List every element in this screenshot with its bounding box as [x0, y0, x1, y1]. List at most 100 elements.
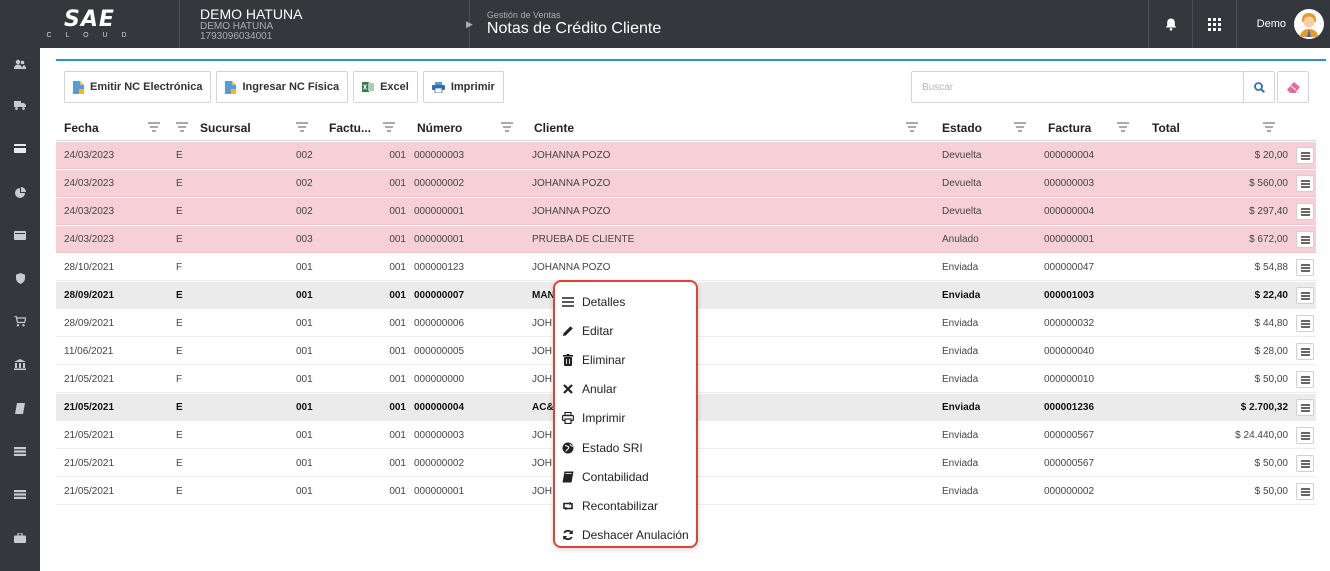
sidebar-item-transport[interactable]: [0, 95, 40, 115]
column-header-factura[interactable]: Factura: [1048, 114, 1091, 141]
cell-numero: 000000000: [414, 374, 465, 385]
cell-sucursal: 001: [296, 430, 313, 441]
sidebar-item-products[interactable]: [0, 484, 40, 504]
column-header-cliente[interactable]: Cliente: [534, 114, 574, 141]
cell-factura: 000001236: [1044, 402, 1095, 413]
table-row[interactable]: 24/03/2023 E 003 001 000000001 PRUEBA DE…: [56, 226, 1316, 253]
row-menu-button[interactable]: [1296, 231, 1314, 248]
cell-cliente: JOHANNA POZO: [532, 262, 611, 273]
menu-item-label: Detalles: [582, 294, 626, 309]
table-row[interactable]: 24/03/2023 E 002 001 000000003 JOHANNA P…: [56, 142, 1316, 169]
cell-sucursal: 001: [296, 346, 313, 357]
row-menu-button[interactable]: [1296, 287, 1314, 304]
row-menu-button[interactable]: [1296, 427, 1314, 444]
row-menu-button[interactable]: [1296, 147, 1314, 164]
menu-item-deshacer-anulación[interactable]: Deshacer Anulación: [555, 521, 696, 550]
cell-punto: 001: [389, 402, 406, 413]
menu-item-imprimir[interactable]: Imprimir: [555, 404, 696, 433]
cart-icon: [14, 315, 26, 326]
cell-tipo: E: [176, 318, 183, 329]
table-row[interactable]: 24/03/2023 E 002 001 000000001 JOHANNA P…: [56, 198, 1316, 225]
filter-icon[interactable]: [501, 121, 513, 133]
cell-factura: 000000047: [1044, 262, 1095, 273]
stack-icon: [14, 489, 26, 499]
breadcrumb: Gestión de Ventas Notas de Crédito Clien…: [487, 10, 1148, 38]
menu-item-estado-sri[interactable]: Estado SRI: [555, 433, 696, 462]
cell-factura: 000000567: [1044, 430, 1095, 441]
cell-estado: Enviada: [942, 374, 979, 385]
enter-nc-physical-button[interactable]: Ingresar NC Física: [216, 71, 349, 103]
company-selector[interactable]: DEMO HATUNA DEMO HATUNA 1793096034001: [180, 0, 470, 48]
sidebar-item-banks[interactable]: [0, 354, 40, 374]
cell-numero: 000000003: [414, 150, 465, 161]
menu-item-recontabilizar[interactable]: Recontabilizar: [555, 491, 696, 520]
row-menu-button[interactable]: [1296, 371, 1314, 388]
user-avatar-icon: [1300, 13, 1318, 37]
cell-numero: 000000002: [414, 458, 465, 469]
menu-item-eliminar[interactable]: Eliminar: [555, 345, 696, 374]
row-menu-button[interactable]: [1296, 399, 1314, 416]
menu-item-editar[interactable]: Editar: [555, 316, 696, 345]
sidebar-item-group[interactable]: [0, 54, 40, 74]
column-header-total[interactable]: Total: [1152, 114, 1180, 141]
menu-item-label: Contabilidad: [582, 469, 649, 484]
filter-icon[interactable]: [176, 121, 188, 133]
sidebar-item-security[interactable]: [0, 268, 40, 288]
sidebar-item-accounting[interactable]: [0, 398, 40, 418]
cell-factura: 000000567: [1044, 458, 1095, 469]
sidebar-item-billing[interactable]: [0, 138, 40, 158]
row-menu-button[interactable]: [1296, 175, 1314, 192]
table-row[interactable]: 28/10/2021 F 001 001 000000123 JOHANNA P…: [56, 254, 1316, 281]
column-header-estado[interactable]: Estado: [942, 114, 982, 141]
apps-button[interactable]: [1192, 0, 1236, 48]
column-header-numero[interactable]: Número: [417, 114, 462, 141]
column-header-factura-short[interactable]: Factu...: [329, 114, 371, 141]
row-menu-button[interactable]: [1296, 343, 1314, 360]
print-icon: [562, 412, 574, 425]
emit-nc-electronic-button[interactable]: Emitir NC Electrónica: [64, 71, 212, 103]
user-menu[interactable]: Demo: [1236, 0, 1330, 48]
filter-icon[interactable]: [383, 121, 395, 133]
sidebar-item-payments[interactable]: [0, 225, 40, 245]
search-input[interactable]: [911, 71, 1244, 103]
sidebar-item-reports[interactable]: [0, 182, 40, 202]
app-logo[interactable]: SAE C L O U D: [0, 0, 180, 48]
filter-icon[interactable]: [148, 121, 160, 133]
print-button[interactable]: Imprimir: [422, 71, 504, 103]
search-button[interactable]: [1243, 71, 1275, 103]
pencil-icon: [563, 326, 573, 336]
filter-icon[interactable]: [1263, 121, 1275, 133]
menu-item-label: Anular: [582, 382, 617, 397]
filter-icon[interactable]: [906, 121, 918, 133]
cell-estado: Devuelta: [942, 178, 982, 189]
cell-estado: Devuelta: [942, 150, 982, 161]
menu-item-contabilidad[interactable]: Contabilidad: [555, 462, 696, 491]
filter-icon[interactable]: [1014, 121, 1026, 133]
trash-icon: [563, 353, 573, 366]
table-row[interactable]: 24/03/2023 E 002 001 000000002 JOHANNA P…: [56, 170, 1316, 197]
row-menu-button[interactable]: [1296, 455, 1314, 472]
sidebar-item-hr[interactable]: [0, 528, 40, 548]
row-menu-button[interactable]: [1296, 315, 1314, 332]
cell-total: $ 22,40: [1254, 290, 1288, 301]
row-menu-button[interactable]: [1296, 259, 1314, 276]
sidebar-item-purchases[interactable]: [0, 311, 40, 331]
column-header-fecha[interactable]: Fecha: [64, 114, 99, 141]
cell-estado: Enviada: [942, 486, 979, 497]
menu-icon: [1300, 179, 1310, 188]
clear-search-button[interactable]: [1277, 71, 1309, 103]
column-header-sucursal[interactable]: Sucursal: [200, 114, 251, 141]
menu-item-anular[interactable]: Anular: [555, 375, 696, 404]
notifications-button[interactable]: [1148, 0, 1192, 48]
filter-icon[interactable]: [1117, 121, 1129, 133]
filter-icon[interactable]: [296, 121, 308, 133]
cell-total: $ 50,00: [1254, 374, 1288, 385]
menu-item-detalles[interactable]: Detalles: [555, 287, 696, 316]
excel-button[interactable]: Excel: [353, 71, 418, 103]
row-menu-button[interactable]: [1296, 483, 1314, 500]
pie-chart-icon: [14, 186, 26, 198]
emit-nc-electronic-label: Emitir NC Electrónica: [90, 81, 203, 93]
row-menu-button[interactable]: [1296, 203, 1314, 220]
logo-text: SAE: [64, 7, 115, 32]
sidebar-item-inventory[interactable]: [0, 441, 40, 461]
